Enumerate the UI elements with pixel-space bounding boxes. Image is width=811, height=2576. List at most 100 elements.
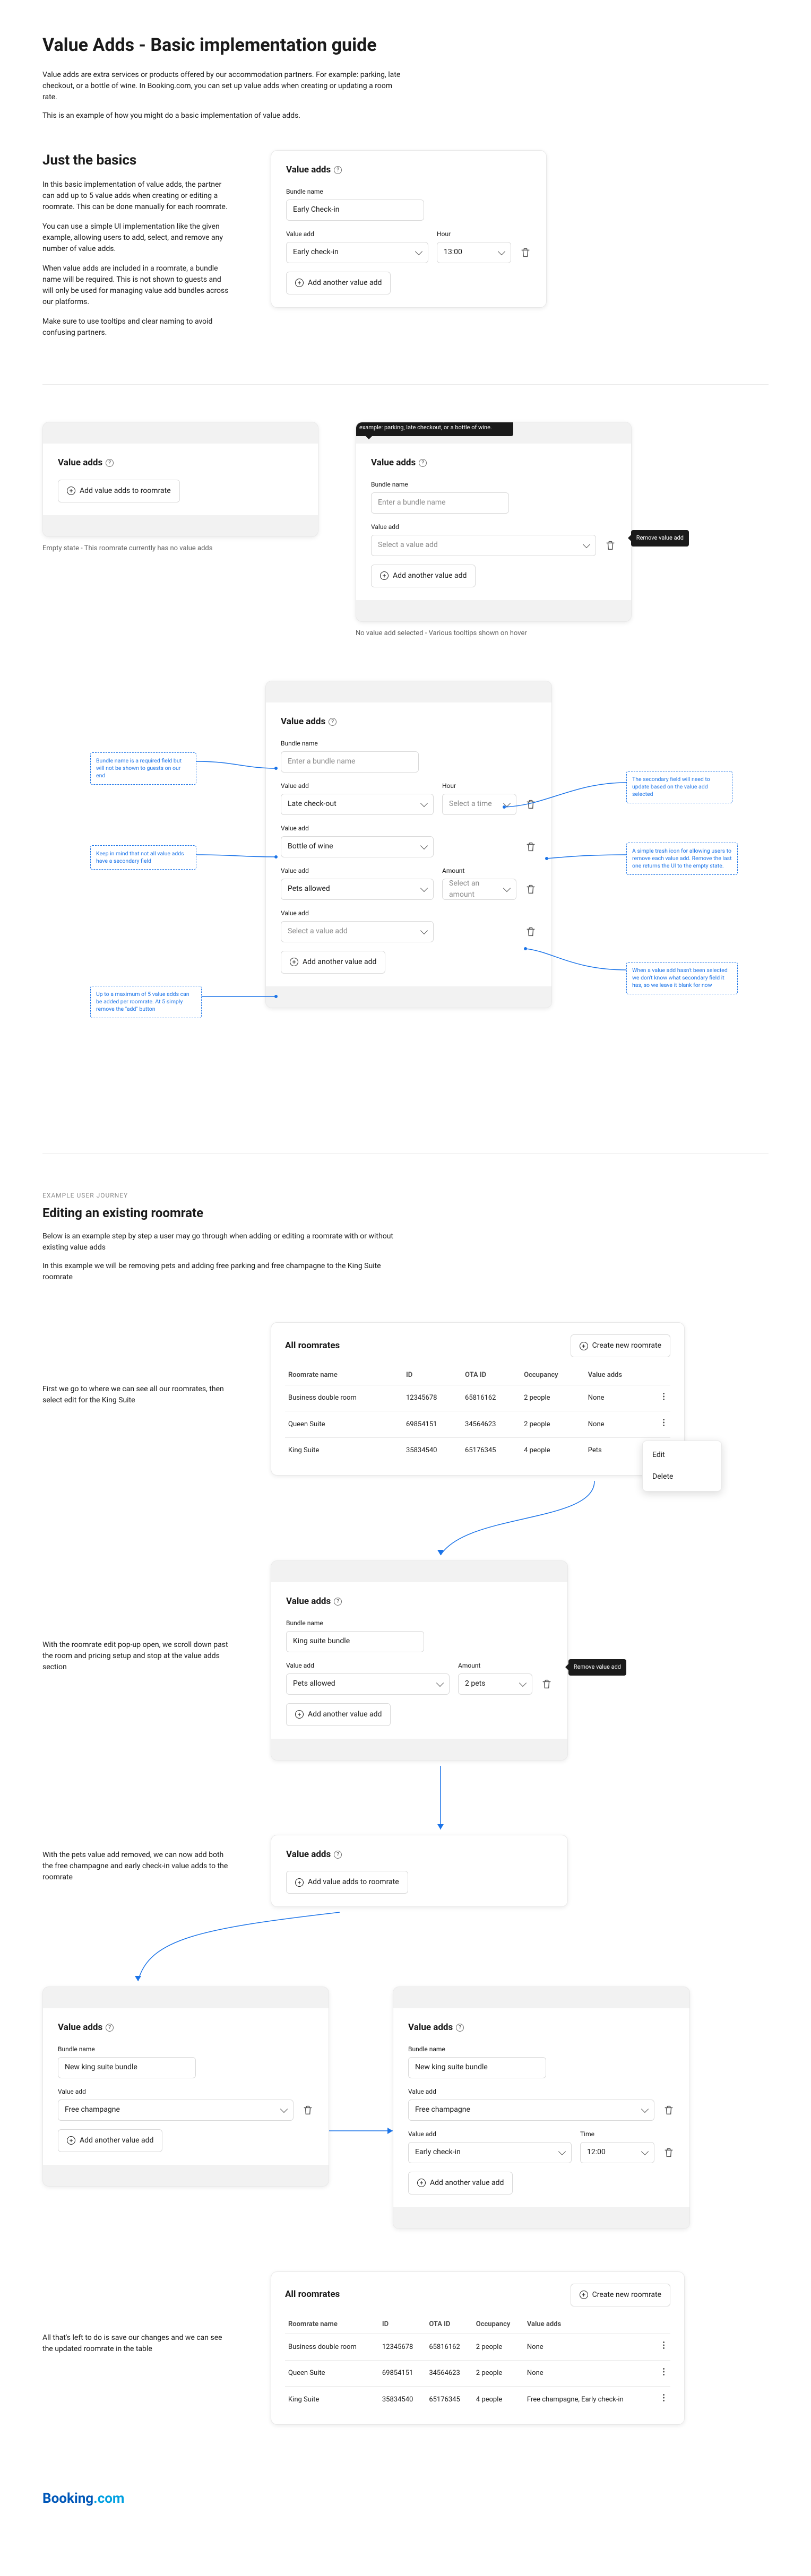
- row-menu: Edit Delete: [642, 1441, 722, 1491]
- chevron-down-icon: [558, 2147, 566, 2155]
- note-trash: A simple trash icon for allowing users t…: [626, 843, 738, 875]
- col-id: ID: [379, 2315, 426, 2334]
- trash-icon[interactable]: [605, 540, 616, 551]
- value-adds-card-annotated: Value adds ? Bundle name Enter a bundle …: [265, 681, 552, 1008]
- kebab-icon[interactable]: [660, 2394, 667, 2401]
- trash-icon[interactable]: [663, 2104, 675, 2116]
- add-to-roomrate-button[interactable]: + Add value adds to roomrate: [58, 480, 180, 502]
- value-add-label: Value add: [371, 522, 616, 532]
- menu-edit[interactable]: Edit: [643, 1444, 721, 1466]
- value-add-label: Value add: [286, 1661, 450, 1670]
- kebab-icon[interactable]: [660, 1419, 667, 1426]
- value-add-select[interactable]: Select a value add: [281, 921, 434, 942]
- basics-p1: In this basic implementation of value ad…: [42, 179, 234, 213]
- value-add-select[interactable]: Early check-in: [286, 242, 428, 263]
- add-another-button[interactable]: + Add another value add: [408, 2172, 513, 2195]
- add-another-button[interactable]: + Add another value add: [281, 951, 385, 974]
- value-add-label: Value add: [281, 781, 434, 791]
- value-add-select[interactable]: Pets allowed: [281, 879, 434, 900]
- note-bundle: Bundle name is a required field but will…: [90, 752, 196, 785]
- note-secondary: The secondary field will need to update …: [626, 771, 732, 803]
- plus-icon: +: [290, 958, 298, 966]
- hour-select[interactable]: Select a time: [442, 794, 516, 815]
- kebab-icon[interactable]: [660, 2341, 667, 2349]
- bundle-name-input[interactable]: King suite bundle: [286, 1631, 424, 1652]
- col-ota: OTA ID: [462, 1366, 521, 1385]
- hour-label: Hour: [442, 781, 516, 791]
- time-select[interactable]: 12:00: [580, 2142, 654, 2163]
- bundle-name-input[interactable]: New king suite bundle: [408, 2057, 546, 2078]
- bundle-label: Bundle name: [58, 2044, 314, 2054]
- amount-select[interactable]: 2 pets: [458, 1673, 532, 1695]
- value-add-label: Value add: [58, 2087, 294, 2096]
- time-label: Time: [580, 2129, 654, 2139]
- kebab-icon[interactable]: [660, 2368, 667, 2375]
- help-icon[interactable]: ?: [106, 459, 114, 467]
- amount-label: Amount: [458, 1661, 532, 1670]
- add-another-button[interactable]: + Add another value add: [286, 1703, 391, 1726]
- bundle-label: Bundle name: [286, 1618, 553, 1628]
- card-title: Value adds: [286, 1848, 331, 1862]
- trash-icon[interactable]: [541, 1678, 553, 1690]
- trash-icon[interactable]: [663, 2147, 675, 2158]
- col-occ: Occupancy: [521, 1366, 585, 1385]
- table-title: All roomrates: [285, 2288, 340, 2302]
- value-adds-card-champ: Value adds ? Bundle name New king suite …: [42, 1987, 329, 2187]
- bundle-name-input[interactable]: New king suite bundle: [58, 2057, 196, 2078]
- card-title: Value adds: [58, 456, 102, 470]
- value-add-select[interactable]: Early check-in: [408, 2142, 572, 2163]
- help-icon[interactable]: ?: [334, 1598, 342, 1606]
- card-title: Value adds: [371, 456, 416, 470]
- bundle-label: Bundle name: [281, 739, 537, 748]
- help-icon[interactable]: ?: [334, 166, 342, 174]
- help-icon[interactable]: ?: [419, 459, 427, 467]
- journey-heading: Editing an existing roomrate: [42, 1203, 769, 1222]
- value-add-select[interactable]: Free champagne: [58, 2100, 294, 2121]
- trash-icon[interactable]: [525, 926, 537, 938]
- basics-p4: Make sure to use tooltips and clear nami…: [42, 316, 234, 339]
- help-icon[interactable]: ?: [329, 718, 337, 726]
- add-to-roomrate-button[interactable]: + Add value adds to roomrate: [286, 1871, 408, 1894]
- bundle-name-input[interactable]: Early Check-in: [286, 200, 424, 221]
- empty-caption: Empty state - This roomrate currently ha…: [42, 543, 318, 554]
- hour-select[interactable]: 13:00: [437, 242, 511, 263]
- value-add-select[interactable]: Bottle of wine: [281, 836, 434, 857]
- value-add-select[interactable]: Free champagne: [408, 2100, 654, 2121]
- kebab-icon[interactable]: [660, 1393, 667, 1400]
- create-roomrate-button[interactable]: + Create new roomrate: [571, 2284, 670, 2306]
- value-adds-card-empty: Value adds ? + Add value adds to roomrat…: [42, 422, 318, 537]
- bundle-name-input[interactable]: Enter a bundle name: [371, 492, 509, 514]
- help-icon[interactable]: ?: [106, 2024, 114, 2032]
- add-another-button[interactable]: + Add another value add: [371, 565, 476, 587]
- table-row: Queen Suite69854151345646232 peopleNone: [285, 2360, 670, 2387]
- amount-select[interactable]: Select an amount: [442, 879, 516, 900]
- card-title: Value adds: [286, 163, 331, 177]
- add-another-button[interactable]: + Add another value add: [58, 2129, 162, 2152]
- chevron-down-icon: [436, 1679, 444, 1686]
- roomrates-table-2: All roomrates + Create new roomrate Room…: [271, 2271, 685, 2425]
- create-roomrate-button[interactable]: + Create new roomrate: [571, 1334, 670, 1357]
- trash-icon[interactable]: [520, 247, 531, 258]
- value-add-select[interactable]: Select a value add: [371, 535, 596, 556]
- trash-icon[interactable]: [302, 2104, 314, 2116]
- help-icon[interactable]: ?: [334, 1851, 342, 1859]
- col-ota: OTA ID: [426, 2315, 472, 2334]
- bundle-name-input[interactable]: Enter a bundle name: [281, 751, 419, 773]
- value-add-select[interactable]: Pets allowed: [286, 1673, 450, 1695]
- journey-p2: In this example we will be removing pets…: [42, 1261, 403, 1283]
- value-adds-card-pets: Value adds ? Bundle name King suite bund…: [271, 1560, 568, 1760]
- value-add-select[interactable]: Late check-out: [281, 794, 434, 815]
- trash-icon[interactable]: [525, 841, 537, 853]
- trash-icon[interactable]: [525, 883, 537, 895]
- add-another-button[interactable]: + Add another value add: [286, 272, 391, 294]
- trash-icon[interactable]: [525, 799, 537, 810]
- help-icon[interactable]: ?: [456, 2024, 464, 2032]
- col-id: ID: [403, 1366, 462, 1385]
- col-name: Roomrate name: [285, 1366, 403, 1385]
- col-va: Value adds: [585, 1366, 649, 1385]
- note-max: Up to a maximum of 5 value adds can be a…: [90, 986, 202, 1018]
- table-row: King Suite35834540651763454 peopleFree c…: [285, 2387, 670, 2413]
- chevron-down-icon: [415, 247, 422, 255]
- note-not-all: Keep in mind that not all value adds hav…: [90, 845, 196, 870]
- menu-delete[interactable]: Delete: [643, 1466, 721, 1488]
